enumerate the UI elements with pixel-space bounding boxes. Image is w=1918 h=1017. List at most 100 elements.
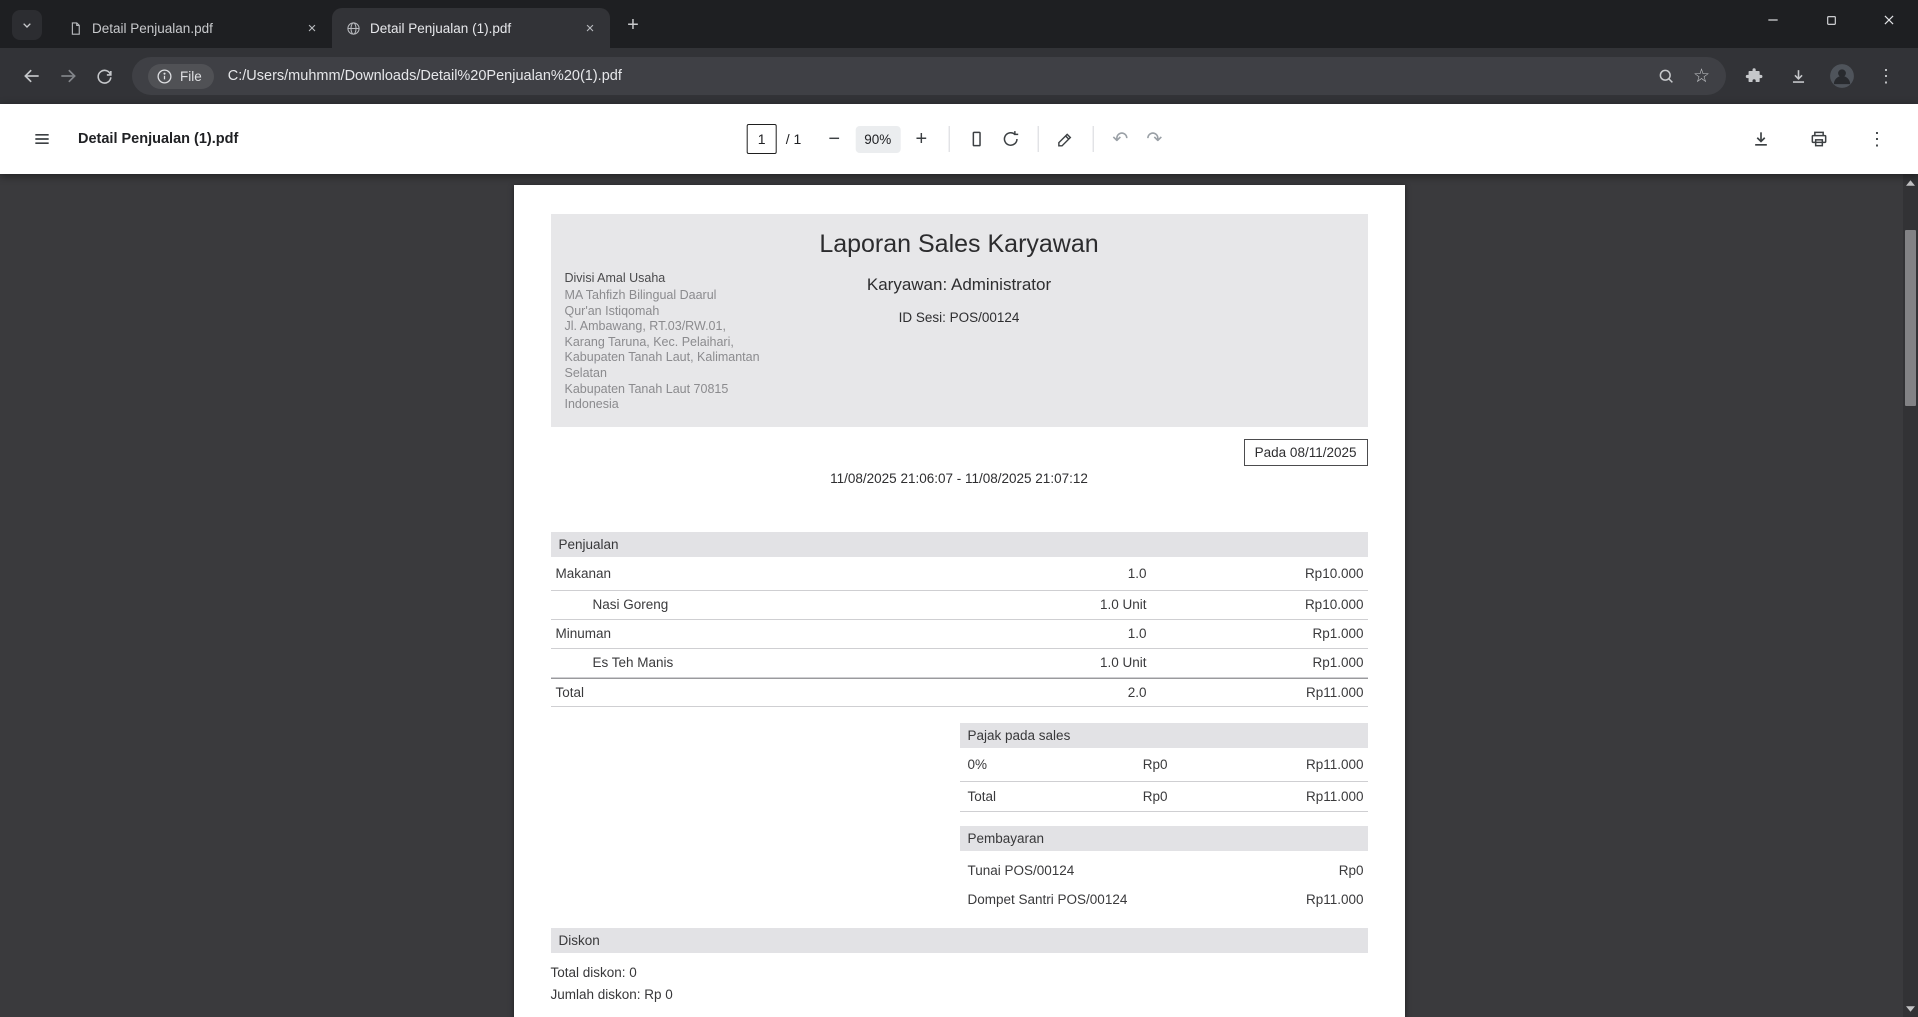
scroll-up-arrow[interactable] xyxy=(1903,174,1918,191)
pdf-toolbar: Detail Penjualan (1).pdf / 1 − 90% + ↶ ↷ xyxy=(0,104,1918,174)
tab-detail-penjualan[interactable]: Detail Penjualan.pdf × xyxy=(54,8,332,48)
table-row: Dompet Santri POS/00124 Rp11.000 xyxy=(960,885,1368,914)
company-division: Divisi Amal Usaha xyxy=(565,271,790,285)
session-id: ID Sesi: POS/00124 xyxy=(790,310,1129,325)
employee-name: Karyawan: Administrator xyxy=(790,275,1129,295)
zoom-in-button[interactable]: + xyxy=(904,122,938,156)
pdf-viewer: Laporan Sales Karyawan Divisi Amal Usaha… xyxy=(0,174,1918,1017)
table-row-total: Total Rp0 Rp11.000 xyxy=(960,782,1368,812)
discount-section: Diskon Total diskon: 0 Jumlah diskon: Rp… xyxy=(551,928,1368,1002)
session-date-range: 11/08/2025 21:06:07 - 11/08/2025 21:07:1… xyxy=(551,471,1368,486)
bookmark-star-icon[interactable]: ☆ xyxy=(1693,67,1710,86)
pdf-document-title: Detail Penjualan (1).pdf xyxy=(78,131,238,147)
scrollbar[interactable] xyxy=(1903,174,1918,1017)
hamburger-icon xyxy=(32,129,52,149)
discount-total: Total diskon: 0 xyxy=(551,965,1368,980)
pdf-document-icon xyxy=(68,21,83,36)
address-bar: File C:/Users/muhmm/Downloads/Detail%20P… xyxy=(0,48,1918,104)
minimize-button[interactable] xyxy=(1744,0,1802,40)
omnibox[interactable]: File C:/Users/muhmm/Downloads/Detail%20P… xyxy=(132,57,1726,95)
tax-table: Pajak pada sales 0% Rp0 Rp11.000 Total R… xyxy=(960,723,1368,812)
tab-detail-penjualan-1-active[interactable]: Detail Penjualan (1).pdf × xyxy=(332,8,610,48)
downloads-button[interactable] xyxy=(1780,58,1816,94)
payments-header: Pembayaran xyxy=(960,826,1368,851)
back-button[interactable] xyxy=(14,58,50,94)
profile-avatar[interactable] xyxy=(1824,58,1860,94)
print-button[interactable] xyxy=(1802,122,1836,156)
tab-strip: Detail Penjualan.pdf × Detail Penjualan … xyxy=(0,0,1918,48)
browser-menu-button[interactable]: ⋮ xyxy=(1868,58,1904,94)
close-window-button[interactable] xyxy=(1860,0,1918,40)
url-text: C:/Users/muhmm/Downloads/Detail%20Penjua… xyxy=(228,68,622,84)
pdf-more-button[interactable]: ⋮ xyxy=(1860,122,1894,156)
sales-header: Penjualan xyxy=(551,532,1368,557)
rotate-button[interactable] xyxy=(993,122,1027,156)
maximize-icon xyxy=(1825,14,1838,27)
info-icon xyxy=(156,68,173,85)
printer-icon xyxy=(1809,129,1829,149)
fit-page-icon xyxy=(966,129,986,149)
zoom-out-button[interactable]: − xyxy=(817,122,851,156)
pdf-menu-button[interactable] xyxy=(24,121,60,157)
reload-icon xyxy=(95,67,114,86)
toolbar-divider xyxy=(948,126,949,152)
three-dots-icon: ⋮ xyxy=(1868,130,1886,148)
tax-header: Pajak pada sales xyxy=(960,723,1368,748)
globe-icon xyxy=(346,21,361,36)
table-row: Makanan 1.0 Rp10.000 xyxy=(551,557,1368,591)
redo-button[interactable]: ↷ xyxy=(1137,122,1171,156)
close-icon xyxy=(1882,13,1896,27)
table-row: Nasi Goreng 1.0 Unit Rp10.000 xyxy=(551,591,1368,620)
puzzle-icon xyxy=(1745,67,1764,86)
scrollbar-thumb[interactable] xyxy=(1905,230,1916,406)
new-tab-button[interactable]: + xyxy=(618,10,648,40)
tab-search-button[interactable] xyxy=(12,10,42,40)
maximize-button[interactable] xyxy=(1802,0,1860,40)
annotate-button[interactable] xyxy=(1048,122,1082,156)
chip-label: File xyxy=(180,69,202,84)
pdf-download-button[interactable] xyxy=(1744,122,1778,156)
table-row: 0% Rp0 Rp11.000 xyxy=(960,748,1368,782)
zoom-level-display: 90% xyxy=(855,126,900,153)
avatar-icon xyxy=(1829,63,1855,89)
pdf-page: Laporan Sales Karyawan Divisi Amal Usaha… xyxy=(514,185,1405,1017)
reload-button[interactable] xyxy=(86,58,122,94)
discount-amount: Jumlah diskon: Rp 0 xyxy=(551,987,1368,1002)
table-row: Minuman 1.0 Rp1.000 xyxy=(551,620,1368,649)
toolbar-divider xyxy=(1092,126,1093,152)
company-address-block: Divisi Amal Usaha MA Tahfizh Bilingual D… xyxy=(565,271,790,413)
minimize-icon xyxy=(1766,13,1780,27)
sales-table: Penjualan Makanan 1.0 Rp10.000 Nasi Gore… xyxy=(551,532,1368,707)
scroll-down-arrow[interactable] xyxy=(1903,1000,1918,1017)
rotate-icon xyxy=(1000,129,1020,149)
pen-icon xyxy=(1056,130,1075,149)
report-date-box: Pada 08/11/2025 xyxy=(1244,439,1368,466)
fit-page-button[interactable] xyxy=(959,122,993,156)
report-title: Laporan Sales Karyawan xyxy=(565,230,1354,259)
page-number-input[interactable] xyxy=(747,124,777,154)
site-info-chip[interactable]: File xyxy=(148,64,214,89)
tab-label: Detail Penjualan (1).pdf xyxy=(370,21,572,36)
window-controls xyxy=(1744,0,1918,40)
zoom-page-icon[interactable] xyxy=(1657,67,1675,85)
download-icon xyxy=(1751,129,1771,149)
report-header: Laporan Sales Karyawan Divisi Amal Usaha… xyxy=(551,214,1368,427)
close-icon[interactable]: × xyxy=(302,18,322,38)
extensions-button[interactable] xyxy=(1736,58,1772,94)
page-count-label: / 1 xyxy=(786,131,802,147)
tab-label: Detail Penjualan.pdf xyxy=(92,21,294,36)
download-icon xyxy=(1789,67,1808,86)
chevron-down-icon xyxy=(19,17,35,33)
toolbar-divider xyxy=(1037,126,1038,152)
forward-button[interactable] xyxy=(50,58,86,94)
undo-button[interactable]: ↶ xyxy=(1103,122,1137,156)
payments-table: Pembayaran Tunai POS/00124 Rp0 Dompet Sa… xyxy=(960,826,1368,914)
close-icon[interactable]: × xyxy=(580,18,600,38)
three-dots-icon: ⋮ xyxy=(1877,67,1895,85)
discount-header: Diskon xyxy=(551,928,1368,953)
back-icon xyxy=(22,66,42,86)
forward-icon xyxy=(58,66,78,86)
table-row: Tunai POS/00124 Rp0 xyxy=(960,856,1368,885)
table-row-total: Total 2.0 Rp11.000 xyxy=(551,678,1368,707)
table-row: Es Teh Manis 1.0 Unit Rp1.000 xyxy=(551,649,1368,678)
